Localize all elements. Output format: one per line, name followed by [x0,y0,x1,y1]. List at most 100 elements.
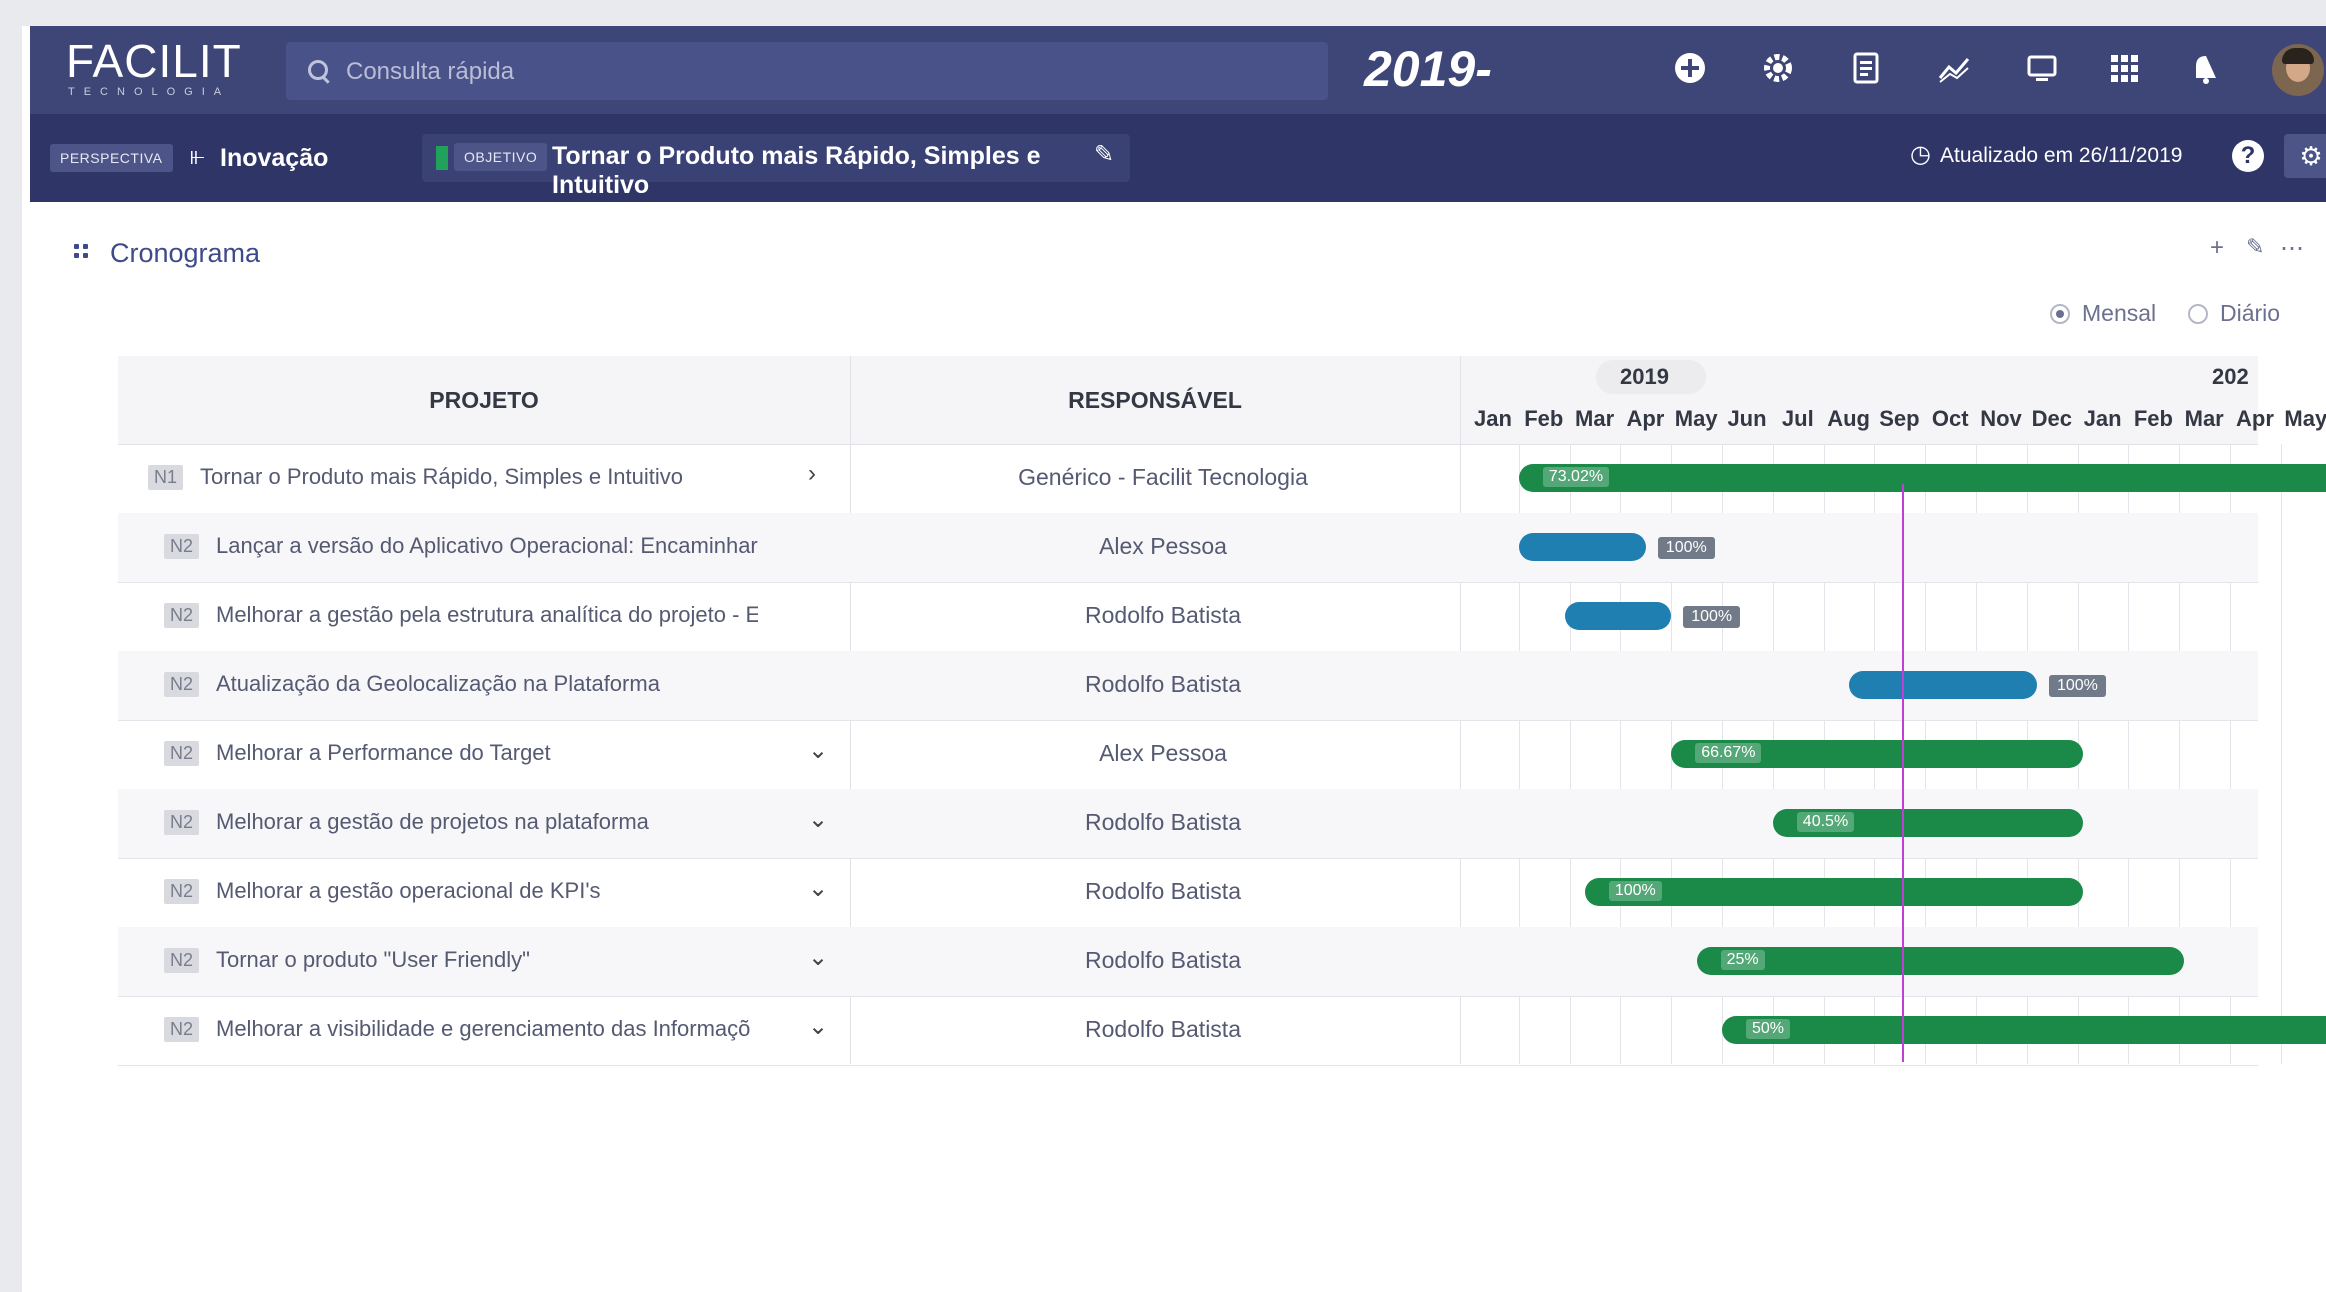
settings-dropdown-button[interactable]: ⚙ [2284,134,2326,178]
project-name[interactable]: Melhorar a gestão pela estrutura analíti… [216,602,758,628]
progress-label: 25% [1720,950,1765,970]
radio-mensal[interactable]: Mensal [2050,300,2156,327]
monitor-icon[interactable] [2022,48,2062,88]
chevron-down-icon[interactable]: ⌄ [808,1012,828,1041]
notification-icon[interactable] [2186,48,2226,88]
gantt-bar[interactable] [1849,671,2037,699]
radio-mensal-label: Mensal [2082,300,2157,326]
project-name[interactable]: Tornar o Produto mais Rápido, Simples e … [200,464,758,490]
responsible-name: Rodolfo Batista [1085,878,1241,904]
gantt-bar[interactable]: 73.02% [1518,464,2326,492]
level-badge: N2 [164,1017,200,1042]
level-badge: N2 [164,810,200,835]
project-name[interactable]: Tornar o produto "User Friendly" [216,947,758,973]
month-label: Sep [1879,406,1920,431]
objective-tag: OBJETIVO [454,143,548,171]
month-label: Mar [1575,406,1615,431]
add-icon[interactable] [1670,48,1710,88]
progress-label: 40.5% [1796,812,1855,832]
progress-tag: 100% [1657,537,1715,559]
quick-search[interactable] [286,42,1328,100]
logo-subtext: TECNOLOGIA [68,86,231,98]
logo-text: FACILIT [66,35,242,87]
chevron-right-icon[interactable]: › [808,460,816,488]
radio-diario[interactable]: Diário [2188,300,2280,327]
progress-label: 50% [1746,1019,1791,1039]
responsible-name: Rodolfo Batista [1085,1016,1241,1042]
top-navbar: FACILIT TECNOLOGIA 2019- [30,26,2326,114]
gantt-row[interactable]: N2 Lançar a versão do Aplicativo Operacio… [118,513,2258,583]
responsible-name: Alex Pessoa [1099,533,1227,559]
level-badge: N1 [148,465,184,490]
help-icon[interactable]: ? [2232,140,2264,172]
search-input[interactable] [344,52,1308,92]
project-name[interactable]: Melhorar a visibilidade e gerenciamento … [216,1016,758,1042]
progress-label: 100% [1608,881,1662,901]
month-label: Oct [1931,406,1969,431]
gantt-bar[interactable]: 66.67% [1671,740,2083,768]
chevron-down-icon[interactable]: ⌄ [808,943,828,972]
gantt-row[interactable]: N1 Tornar o Produto mais Rápido, Simples … [118,444,2326,514]
apps-grid-icon[interactable] [2104,48,2144,88]
gantt-bar[interactable]: 25% [1696,947,2185,975]
progress-tag: 100% [1683,606,1741,628]
settings-icon[interactable] [1758,48,1798,88]
edit-widget-icon[interactable]: ✎ [2246,234,2264,260]
year-label-2019: 2019 [1620,364,1669,389]
project-name[interactable]: Atualização da Geolocalização na Platafo… [216,671,758,697]
gantt-row[interactable]: N2 Melhorar a gestão de projetos na plata… [118,789,2258,859]
month-label: Mar [2184,406,2224,431]
perspective-name[interactable]: Inovação [220,144,328,173]
gantt-header: PROJETO RESPONSÁVEL 2019 202 Jan Feb Mar Ap… [118,356,2326,445]
edit-pencil-icon[interactable]: ✎ [1094,140,1114,169]
col-header-projeto[interactable]: PROJETO [118,356,850,444]
level-badge: N2 [164,879,200,904]
panel-title: Cronograma [110,238,261,268]
project-name[interactable]: Melhorar a gestão operacional de KPI's [216,878,758,904]
year-selector[interactable]: 2019- [1364,40,1492,98]
hierarchy-icon: ⫦ [190,140,205,170]
report-icon[interactable] [1846,48,1886,88]
project-name[interactable]: Melhorar a Performance do Target [216,740,758,766]
gantt-bar[interactable] [1564,602,1672,630]
month-label: Nov [1980,406,2022,431]
gantt-row[interactable]: N2 Melhorar a visibilidade e gerenciament… [118,996,2326,1066]
radio-diario-circle[interactable] [2188,303,2208,324]
month-label: May [1674,406,1718,431]
responsible-name: Rodolfo Batista [1085,809,1241,835]
gantt-row[interactable]: N2 Melhorar a Performance do Target ⌄ Alex … [118,720,2258,790]
level-badge: N2 [164,672,200,697]
user-avatar[interactable] [2272,44,2324,96]
gantt-bar[interactable]: 40.5% [1772,809,2083,837]
chevron-down-icon[interactable]: ⌄ [808,805,828,834]
facilit-logo[interactable]: FACILIT TECNOLOGIA [66,36,242,98]
objective-name: Tornar o Produto mais Rápido, Simples e … [552,142,1041,199]
gantt-bar[interactable]: 100% [1584,878,2083,906]
month-label: May [2284,406,2326,431]
gantt-row[interactable]: N2 Tornar o produto "User Friendly" ⌄ Rodol… [118,927,2258,997]
responsible-name: Rodolfo Batista [1085,947,1241,973]
month-label: Jan [2083,406,2122,431]
gantt-row[interactable]: N2 Melhorar a gestão pela estrutura analí… [118,582,2258,652]
clock-icon: ◷ [1910,141,1931,168]
responsible-name: Genérico - Facilit Tecnologia [1018,464,1308,490]
search-icon [308,60,328,80]
gantt-bar[interactable]: 50% [1722,1016,2326,1044]
chevron-down-icon[interactable]: ⌄ [808,736,828,765]
objective-status-indicator [436,146,448,170]
month-label: Apr [2236,406,2274,431]
radio-mensal-circle[interactable] [2050,303,2070,324]
project-name[interactable]: Lançar a versão do Aplicativo Operaciona… [216,533,758,559]
gantt-row[interactable]: N2 Atualização da Geolocalização na Plata… [118,651,2258,721]
col-header-responsavel[interactable]: RESPONSÁVEL [850,356,1460,444]
more-options-icon[interactable]: ⋯ [2280,234,2304,263]
chevron-down-icon[interactable]: ⌄ [808,874,828,903]
drag-handle-icon[interactable] [74,244,90,260]
add-widget-icon[interactable]: + [2210,234,2224,262]
gantt-bar[interactable] [1518,533,1646,561]
project-name[interactable]: Melhorar a gestão de projetos na platafo… [216,809,758,835]
objective-selector[interactable]: OBJETIVO Tornar o Produto mais Rápido, S… [422,134,1130,199]
trend-chart-icon[interactable] [1934,48,1974,88]
gantt-row[interactable]: N2 Melhorar a gestão operacional de KPI's… [118,858,2258,928]
progress-label: 73.02% [1542,467,1610,487]
